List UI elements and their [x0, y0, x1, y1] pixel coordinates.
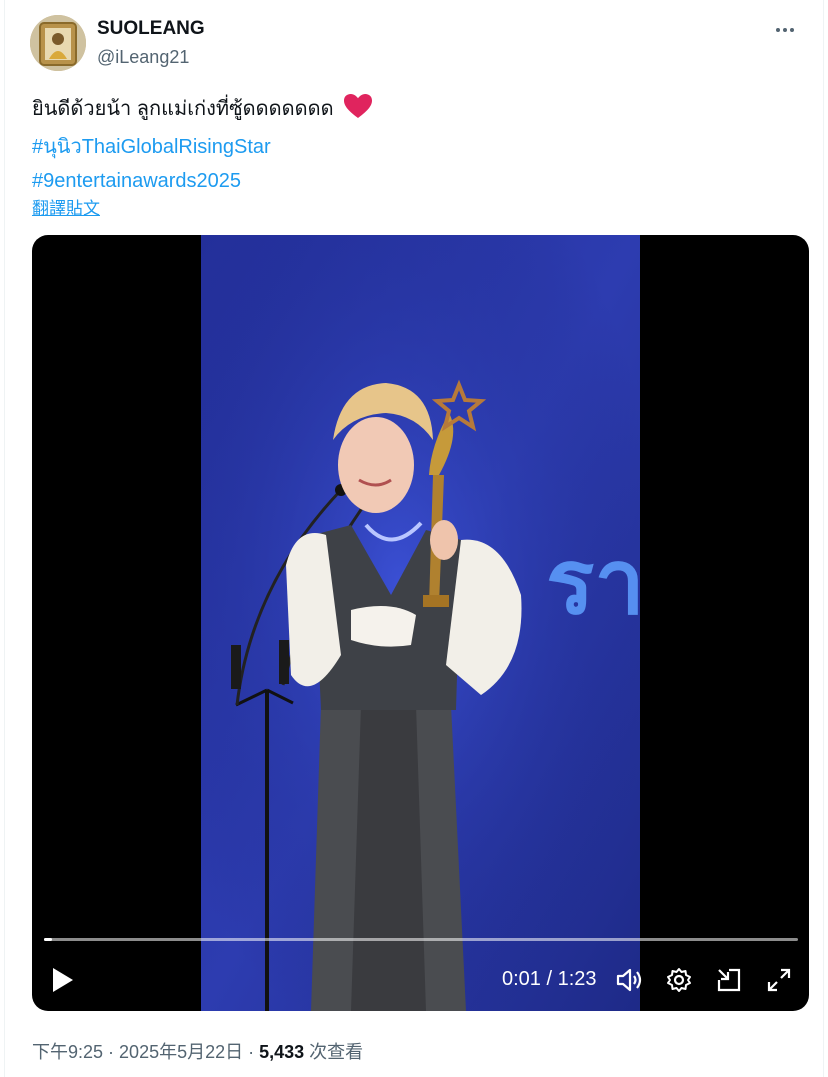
view-label: 次查看 [304, 1042, 364, 1062]
separator: · [243, 1042, 260, 1062]
video-frame[interactable]: รา [201, 235, 640, 1011]
volume-icon[interactable] [615, 966, 643, 994]
display-name[interactable]: SUOLEANG [97, 18, 205, 40]
post-date[interactable]: 2025年5月22日 [119, 1042, 243, 1062]
view-count: 5,433 [259, 1042, 305, 1062]
video-player[interactable]: รา 0:01 / 1:23 [32, 235, 809, 1011]
video-progress-fill [44, 938, 52, 941]
tweet-text-line: ยินดีด้วยน้า ลูกแม่เก่งที่ซู้ดดดดดดด [32, 98, 334, 120]
more-icon[interactable] [773, 18, 797, 42]
hashtag-link[interactable]: #9entertainawards2025 [32, 164, 373, 198]
pip-icon[interactable] [715, 966, 743, 994]
video-progress-bar[interactable] [44, 938, 798, 941]
hashtag-link[interactable]: #นุนิวThaiGlobalRisingStar [32, 130, 373, 164]
avatar[interactable] [30, 15, 86, 71]
translate-link[interactable]: 翻譯貼文 [32, 194, 100, 219]
heart-emoji-icon [343, 93, 373, 130]
play-icon[interactable] [50, 966, 76, 994]
user-handle[interactable]: @iLeang21 [97, 47, 189, 68]
separator: · [103, 1042, 120, 1062]
tweet-text: ยินดีด้วยน้า ลูกแม่เก่งที่ซู้ดดดดดดด #นุ… [32, 92, 373, 198]
post-time[interactable]: 下午9:25 [32, 1042, 103, 1062]
fullscreen-icon[interactable] [765, 966, 793, 994]
stage-logo-text: รา [546, 533, 640, 633]
video-time-display: 0:01 / 1:23 [502, 968, 597, 990]
tweet-card: SUOLEANG @iLeang21 ยินดีด้วยน้า ลูกแม่เก… [4, 0, 824, 1077]
tweet-meta: 下午9:25 · 2025年5月22日 · 5,433 次查看 [32, 1038, 363, 1064]
settings-icon[interactable] [665, 966, 693, 994]
